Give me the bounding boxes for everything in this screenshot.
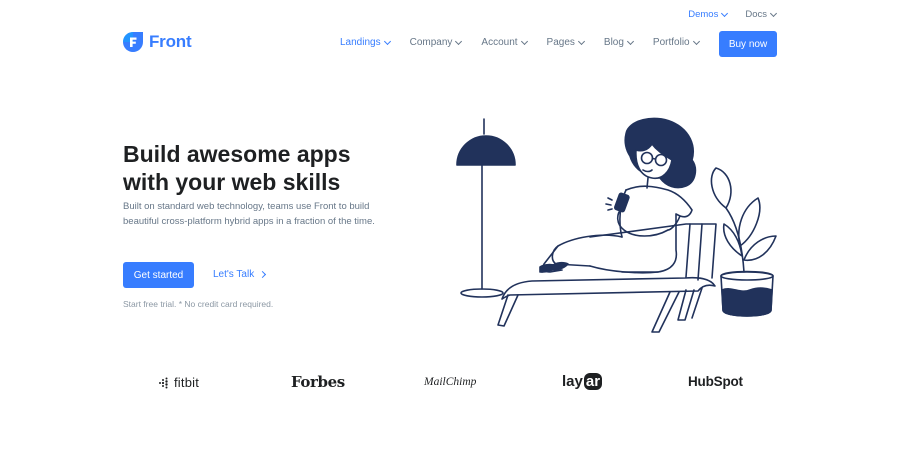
topbar-link-demos[interactable]: Demos <box>688 9 729 20</box>
topbar-link-demos-label: Demos <box>688 9 719 20</box>
chevron-down-icon <box>769 9 778 17</box>
hero-subtitle: Built on standard web technology, teams … <box>123 201 375 227</box>
topbar: Demos Docs <box>688 9 778 20</box>
brand-name: Front <box>149 32 192 51</box>
woman-reading-icon <box>539 117 697 274</box>
nav-item-company[interactable]: Company <box>409 37 463 48</box>
lets-talk-label: Let's Talk <box>213 269 255 280</box>
nav-item-label: Portfolio <box>652 37 690 48</box>
hero-note: Start free trial. * No credit card requi… <box>123 299 274 309</box>
chevron-down-icon <box>721 9 729 17</box>
nav-item-label: Pages <box>546 37 575 48</box>
chevron-down-icon <box>626 37 634 45</box>
nav-item-blog[interactable]: Blog <box>603 37 634 48</box>
fitbit-logo: fitbit <box>158 375 199 390</box>
main-nav: Landings Company Account Pages Blog Port… <box>340 37 700 48</box>
nav-item-label: Landings <box>340 37 381 48</box>
nav-item-account[interactable]: Account <box>481 37 528 48</box>
fitbit-dots-icon <box>159 377 168 388</box>
hero-title-line2: with your web skills <box>123 169 341 195</box>
topbar-link-docs-label: Docs <box>745 9 767 20</box>
forbes-logo: Forbes <box>291 373 345 391</box>
chevron-right-icon <box>259 270 267 279</box>
chevron-down-icon <box>692 37 700 45</box>
hubspot-logo: HubSpot <box>688 374 743 389</box>
nav-item-landings[interactable]: Landings <box>340 37 391 48</box>
fitbit-wordmark: fitbit <box>174 375 200 390</box>
nav-item-pages[interactable]: Pages <box>546 37 585 48</box>
chevron-down-icon <box>577 37 585 45</box>
hero-title: Build awesome apps with your web skills <box>123 140 423 196</box>
chevron-down-icon <box>383 37 391 45</box>
floor-lamp-icon <box>456 118 516 298</box>
hero-illustration <box>456 117 777 333</box>
front-logo-icon <box>123 32 143 52</box>
layar-wordmark-b: ar <box>583 373 603 390</box>
mailchimp-logo: MailChimp <box>424 376 477 388</box>
lets-talk-link[interactable]: Let's Talk <box>213 269 267 280</box>
nav-item-label: Account <box>481 37 518 48</box>
lounge-chair-icon <box>497 223 717 333</box>
buy-now-button[interactable]: Buy now <box>719 31 777 57</box>
layar-logo: lay ar <box>562 373 603 390</box>
nav-item-label: Blog <box>603 37 624 48</box>
potted-plant-icon <box>710 167 777 317</box>
chevron-down-icon <box>520 37 528 45</box>
topbar-link-docs[interactable]: Docs <box>745 9 778 20</box>
nav-item-label: Company <box>409 37 453 48</box>
client-logos: fitbit Forbes MailChimp lay ar HubSpot <box>0 368 900 398</box>
chevron-down-icon <box>455 37 463 45</box>
hero-title-line1: Build awesome apps <box>123 141 351 167</box>
layar-wordmark-a: lay <box>562 373 583 390</box>
brand-logo[interactable]: Front <box>123 32 192 52</box>
get-started-button[interactable]: Get started <box>123 262 194 288</box>
nav-item-portfolio[interactable]: Portfolio <box>652 37 700 48</box>
